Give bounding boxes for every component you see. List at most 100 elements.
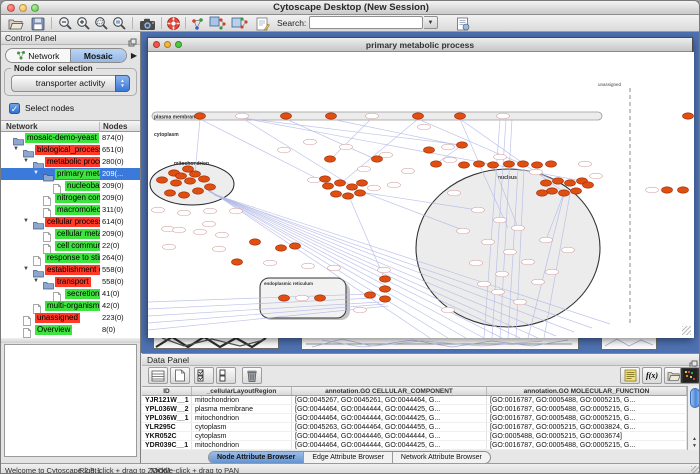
graph-node[interactable] bbox=[323, 183, 334, 189]
vizmapper-icon[interactable] bbox=[188, 16, 207, 31]
graph-node[interactable] bbox=[372, 156, 383, 162]
graph-node[interactable] bbox=[530, 169, 543, 175]
graph-node[interactable] bbox=[213, 246, 226, 252]
network-column-header[interactable]: Network bbox=[6, 122, 38, 131]
tree-row-cell-communicat[interactable]: cell communicat22(0) bbox=[1, 240, 140, 252]
expand-arrow-icon[interactable]: ▼ bbox=[33, 170, 39, 176]
attribute-list-icon[interactable] bbox=[620, 367, 640, 384]
graph-node[interactable] bbox=[590, 173, 603, 179]
graph-node[interactable] bbox=[541, 180, 552, 186]
graph-node[interactable] bbox=[512, 225, 525, 231]
apply-layout-icon[interactable] bbox=[207, 16, 228, 31]
expand-arrow-icon[interactable]: ▼ bbox=[23, 218, 29, 224]
graph-node[interactable] bbox=[553, 178, 564, 184]
app-resize-grip[interactable] bbox=[691, 466, 700, 474]
column-header[interactable]: ID bbox=[142, 387, 192, 395]
table-row[interactable]: YKR052Ccytoplasm[GO:0044464, GO:0044446,… bbox=[142, 432, 687, 441]
graph-node[interactable] bbox=[418, 124, 431, 130]
tree-row-nitrogen-compo[interactable]: nitrogen compo209(0) bbox=[1, 192, 140, 204]
graph-node[interactable] bbox=[230, 208, 243, 214]
graph-node[interactable] bbox=[504, 249, 517, 255]
graph-node[interactable] bbox=[232, 259, 243, 265]
plugins-icon[interactable] bbox=[229, 16, 250, 31]
graph-node[interactable] bbox=[559, 190, 570, 196]
tab-network[interactable]: Network bbox=[6, 49, 70, 62]
tree-row-secretion[interactable]: secretion41(0) bbox=[1, 288, 140, 300]
graph-node[interactable] bbox=[459, 162, 470, 168]
graph-node[interactable] bbox=[276, 245, 287, 251]
function-builder-icon[interactable]: f(x) bbox=[642, 367, 662, 384]
tab-network-attribute-browser[interactable]: Network Attribute Browser bbox=[393, 452, 490, 463]
graph-node[interactable] bbox=[308, 177, 321, 183]
search-input[interactable] bbox=[309, 16, 423, 29]
graph-node[interactable] bbox=[431, 161, 442, 167]
tree-row-overview[interactable]: Overview8(0) bbox=[1, 324, 140, 336]
graph-node[interactable] bbox=[195, 113, 206, 119]
graph-node[interactable] bbox=[343, 193, 354, 199]
tab-node-attribute-browser[interactable]: Node Attribute Browser bbox=[209, 452, 304, 463]
unselect-attributes-icon[interactable] bbox=[216, 367, 236, 384]
graph-node[interactable] bbox=[683, 113, 694, 119]
graph-node[interactable] bbox=[562, 247, 575, 253]
graph-node[interactable] bbox=[296, 295, 309, 301]
zoom-fit-icon[interactable] bbox=[110, 16, 129, 31]
graph-node[interactable] bbox=[368, 185, 381, 191]
graph-node[interactable] bbox=[250, 239, 261, 245]
graph-node[interactable] bbox=[216, 232, 229, 238]
graph-node[interactable] bbox=[518, 161, 529, 167]
new-attribute-icon[interactable] bbox=[170, 367, 190, 384]
scroll-up-icon[interactable]: ▲ bbox=[688, 436, 700, 442]
graph-node[interactable] bbox=[354, 307, 367, 313]
graph-node[interactable] bbox=[494, 217, 507, 223]
zoom-out-icon[interactable] bbox=[56, 16, 75, 31]
scrollbar-thumb[interactable] bbox=[690, 388, 700, 408]
expand-arrow-icon[interactable]: ▼ bbox=[33, 278, 39, 284]
zoom-selected-region-icon[interactable] bbox=[92, 16, 111, 31]
graph-node[interactable] bbox=[402, 168, 415, 174]
search-options-icon[interactable] bbox=[453, 16, 472, 31]
tree-row-macromolecule[interactable]: macromolecule311(0) bbox=[1, 204, 140, 216]
graph-node[interactable] bbox=[157, 177, 168, 183]
graph-node[interactable] bbox=[494, 154, 507, 160]
tree-row-multi-organism-pro[interactable]: multi-organism pro42(0) bbox=[1, 300, 140, 312]
graph-node[interactable] bbox=[176, 173, 187, 179]
graph-node[interactable] bbox=[358, 166, 371, 172]
save-session-icon[interactable] bbox=[28, 16, 47, 31]
graph-node[interactable] bbox=[380, 276, 391, 282]
graph-node[interactable] bbox=[662, 187, 673, 193]
graph-node[interactable] bbox=[380, 296, 391, 302]
graph-node[interactable] bbox=[190, 171, 201, 177]
graph-node[interactable] bbox=[522, 259, 535, 265]
graph-node[interactable] bbox=[193, 188, 204, 194]
graph-node[interactable] bbox=[571, 188, 582, 194]
graph-node[interactable] bbox=[532, 279, 545, 285]
table-row[interactable]: YDR039C__1mitochondrion[GO:0044464, GO:0… bbox=[142, 441, 687, 450]
zoom-in-icon[interactable] bbox=[74, 16, 93, 31]
column-header[interactable]: annotation.GO CELLULAR_COMPONENT bbox=[292, 387, 487, 395]
table-row[interactable]: YPL036W__2plasma membrane[GO:0044464, GO… bbox=[142, 405, 687, 414]
select-attributes-icon[interactable] bbox=[194, 367, 214, 384]
graph-node[interactable] bbox=[302, 263, 315, 269]
column-header[interactable]: _cellularLayoutRegion bbox=[192, 387, 292, 395]
graph-node[interactable] bbox=[472, 207, 485, 213]
window-resize-grip[interactable] bbox=[682, 326, 691, 335]
graph-node[interactable] bbox=[325, 156, 336, 162]
table-row[interactable]: YPL036W__1mitochondrion[GO:0044464, GO:0… bbox=[142, 414, 687, 423]
delete-attribute-icon[interactable] bbox=[242, 367, 262, 384]
show-table-icon[interactable] bbox=[148, 367, 168, 384]
panel-splitter[interactable] bbox=[1, 338, 140, 343]
nodes-column-header[interactable]: Nodes bbox=[103, 122, 127, 131]
graph-node[interactable] bbox=[388, 182, 401, 188]
graph-node[interactable] bbox=[474, 161, 485, 167]
graph-node[interactable] bbox=[457, 142, 468, 148]
graph-node[interactable] bbox=[378, 267, 391, 273]
graph-node[interactable] bbox=[413, 113, 424, 119]
select-nodes-checkbox[interactable]: ✓ bbox=[9, 103, 20, 114]
graph-node[interactable] bbox=[482, 239, 495, 245]
graph-node[interactable] bbox=[455, 113, 466, 119]
graph-node[interactable] bbox=[565, 180, 576, 186]
search-dropdown-icon[interactable]: ▼ bbox=[424, 16, 438, 29]
graph-node[interactable] bbox=[335, 180, 346, 186]
open-file-icon[interactable] bbox=[6, 16, 25, 31]
tree-row-nucleobase-[interactable]: nucleobase-209(0) bbox=[1, 180, 140, 192]
